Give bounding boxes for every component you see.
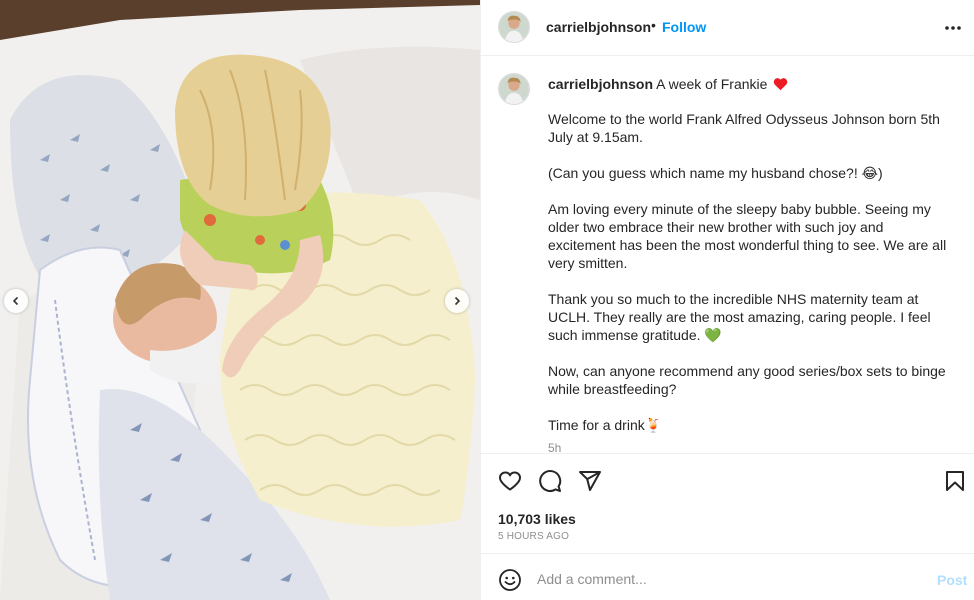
likes-count[interactable]: 10,703 likes xyxy=(498,511,576,527)
caption-avatar[interactable] xyxy=(498,73,530,105)
post-photo[interactable] xyxy=(0,0,480,600)
chevron-left-icon xyxy=(12,296,19,306)
follow-button[interactable]: Follow xyxy=(662,19,706,35)
caption-timestamp: 5h xyxy=(548,441,562,453)
post-header: carrielbjohnson • Follow xyxy=(481,0,974,56)
caption-area[interactable]: carrielbjohnson A week of Frankie Welcom… xyxy=(481,57,974,453)
more-horizontal-icon[interactable] xyxy=(943,18,963,38)
caption-title: A week of Frankie xyxy=(656,76,768,92)
heart-outline-icon[interactable] xyxy=(498,469,522,493)
speech-bubble-icon[interactable] xyxy=(538,469,562,493)
paper-plane-icon[interactable] xyxy=(578,469,602,493)
carousel-prev-button[interactable] xyxy=(4,289,28,313)
carousel-next-button[interactable] xyxy=(445,289,469,313)
chevron-right-icon xyxy=(454,296,461,306)
photo-scene xyxy=(0,0,480,600)
caption-username[interactable]: carrielbjohnson xyxy=(548,76,653,92)
avatar-image xyxy=(499,12,529,42)
comment-bar: Post xyxy=(481,553,974,600)
post-time-ago: 5 HOURS AGO xyxy=(498,531,570,542)
post-comment-button[interactable]: Post xyxy=(937,572,967,588)
comment-input[interactable] xyxy=(537,568,917,590)
smiley-icon[interactable] xyxy=(498,568,522,592)
bookmark-icon[interactable] xyxy=(943,469,967,493)
header-separator: • xyxy=(651,17,656,33)
avatar-image xyxy=(499,74,529,104)
red-heart-icon xyxy=(774,78,788,91)
caption-paragraph: Welcome to the world Frank Alfred Odysse… xyxy=(548,111,940,145)
author-avatar[interactable] xyxy=(498,11,530,43)
caption-paragraph: (Can you guess which name my husband cho… xyxy=(548,165,883,181)
caption-paragraph: Am loving every minute of the sleepy bab… xyxy=(548,201,947,271)
post-side-panel: carrielbjohnson • Follow carrielbjohnson… xyxy=(480,0,974,600)
caption-paragraph: Now, can anyone recommend any good serie… xyxy=(548,363,946,397)
caption-paragraph: Thank you so much to the incredible NHS … xyxy=(548,291,931,343)
caption-header: carrielbjohnson A week of Frankie xyxy=(548,75,958,93)
author-username[interactable]: carrielbjohnson xyxy=(546,19,651,35)
action-bar: 10,703 likes 5 HOURS AGO xyxy=(481,453,974,553)
caption-paragraph: Time for a drink🍹 xyxy=(548,417,663,433)
